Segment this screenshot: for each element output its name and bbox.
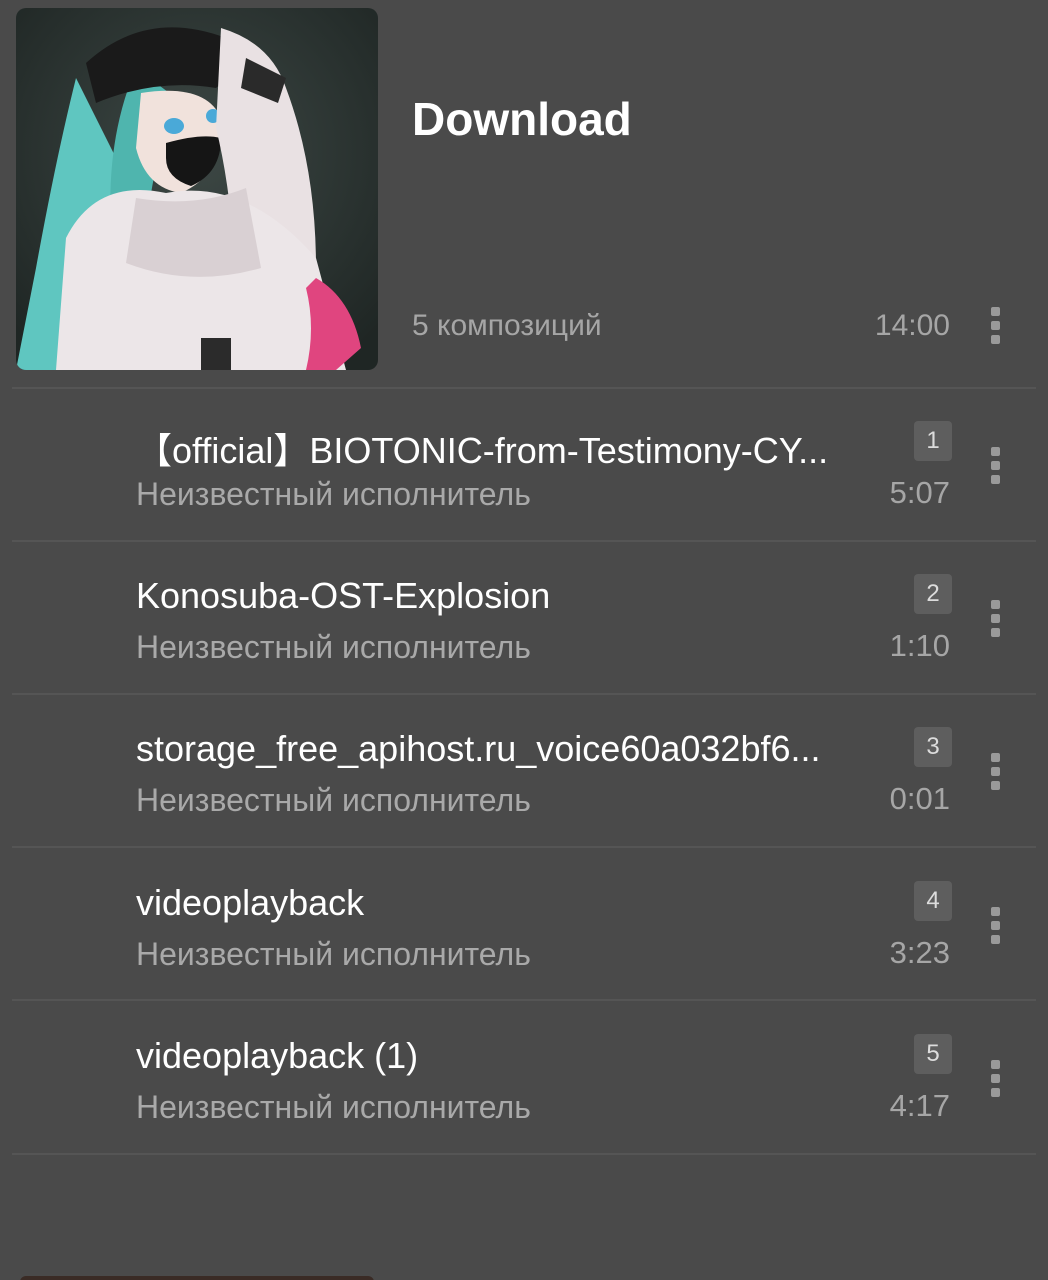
divider: [12, 846, 1036, 848]
more-dot: [990, 306, 1000, 316]
album-more-options-icon[interactable]: [975, 295, 1015, 355]
track-title: videoplayback: [136, 882, 365, 923]
track-duration: 0:01: [889, 781, 950, 816]
more-dot: [990, 1087, 1000, 1097]
track-more-options-icon[interactable]: [975, 1048, 1015, 1108]
track-artist: Неизвестный исполнитель: [136, 1089, 531, 1125]
track-more-options-icon[interactable]: [975, 741, 1015, 801]
more-dot: [990, 474, 1000, 484]
track-number-badge: 2: [914, 574, 952, 614]
track-duration: 5:07: [889, 475, 950, 510]
track-title: Konosuba-OST-Explosion: [136, 575, 551, 616]
track-row[interactable]: videoplayback Неизвестный исполнитель 4 …: [0, 849, 1048, 1001]
track-more-options-icon[interactable]: [975, 895, 1015, 955]
divider: [12, 1153, 1036, 1155]
track-artist: Неизвестный исполнитель: [136, 629, 531, 665]
more-dot: [990, 613, 1000, 623]
track-row[interactable]: storage_free_apihost.ru_voice60a032bf6..…: [0, 695, 1048, 847]
more-dot: [990, 1059, 1000, 1069]
track-more-options-icon[interactable]: [975, 588, 1015, 648]
more-dot: [990, 320, 1000, 330]
track-duration: 4:17: [889, 1088, 950, 1123]
track-number-badge: 5: [914, 1034, 952, 1074]
track-number-badge: 3: [914, 727, 952, 767]
track-more-options-icon[interactable]: [975, 435, 1015, 495]
more-dot: [990, 934, 1000, 944]
album-total-duration: 14:00: [874, 309, 950, 342]
more-dot: [990, 906, 1000, 916]
more-dot: [990, 1073, 1000, 1083]
album-screen: Download 5 композиций 14:00 【official】BI…: [0, 0, 1048, 1280]
divider: [12, 999, 1036, 1001]
track-artist: Неизвестный исполнитель: [136, 782, 531, 818]
more-dot: [990, 920, 1000, 930]
track-duration: 3:23: [889, 935, 950, 970]
track-title: 【official】BIOTONIC-from-Testimony-CY...: [136, 430, 829, 471]
more-dot: [990, 780, 1000, 790]
track-row[interactable]: Konosuba-OST-Explosion Неизвестный испол…: [0, 542, 1048, 694]
track-count: 5 композиций: [412, 309, 602, 342]
track-row[interactable]: videoplayback (1) Неизвестный исполнител…: [0, 1002, 1048, 1154]
track-duration: 1:10: [889, 628, 950, 663]
album-header: Download 5 композиций 14:00: [0, 0, 1048, 388]
album-title: Download: [412, 93, 632, 145]
track-row[interactable]: 【official】BIOTONIC-from-Testimony-CY... …: [0, 389, 1048, 541]
album-art[interactable]: [16, 8, 378, 370]
more-dot: [990, 460, 1000, 470]
track-number-badge: 1: [914, 421, 952, 461]
track-artist: Неизвестный исполнитель: [136, 476, 531, 512]
track-title: videoplayback (1): [136, 1035, 419, 1076]
track-artist: Неизвестный исполнитель: [136, 936, 531, 972]
track-number-badge: 4: [914, 881, 952, 921]
next-album-art-peek[interactable]: [20, 1276, 374, 1280]
more-dot: [990, 599, 1000, 609]
more-dot: [990, 766, 1000, 776]
more-dot: [990, 334, 1000, 344]
more-dot: [990, 627, 1000, 637]
more-dot: [990, 446, 1000, 456]
more-dot: [990, 752, 1000, 762]
track-title: storage_free_apihost.ru_voice60a032bf6..…: [136, 728, 821, 769]
